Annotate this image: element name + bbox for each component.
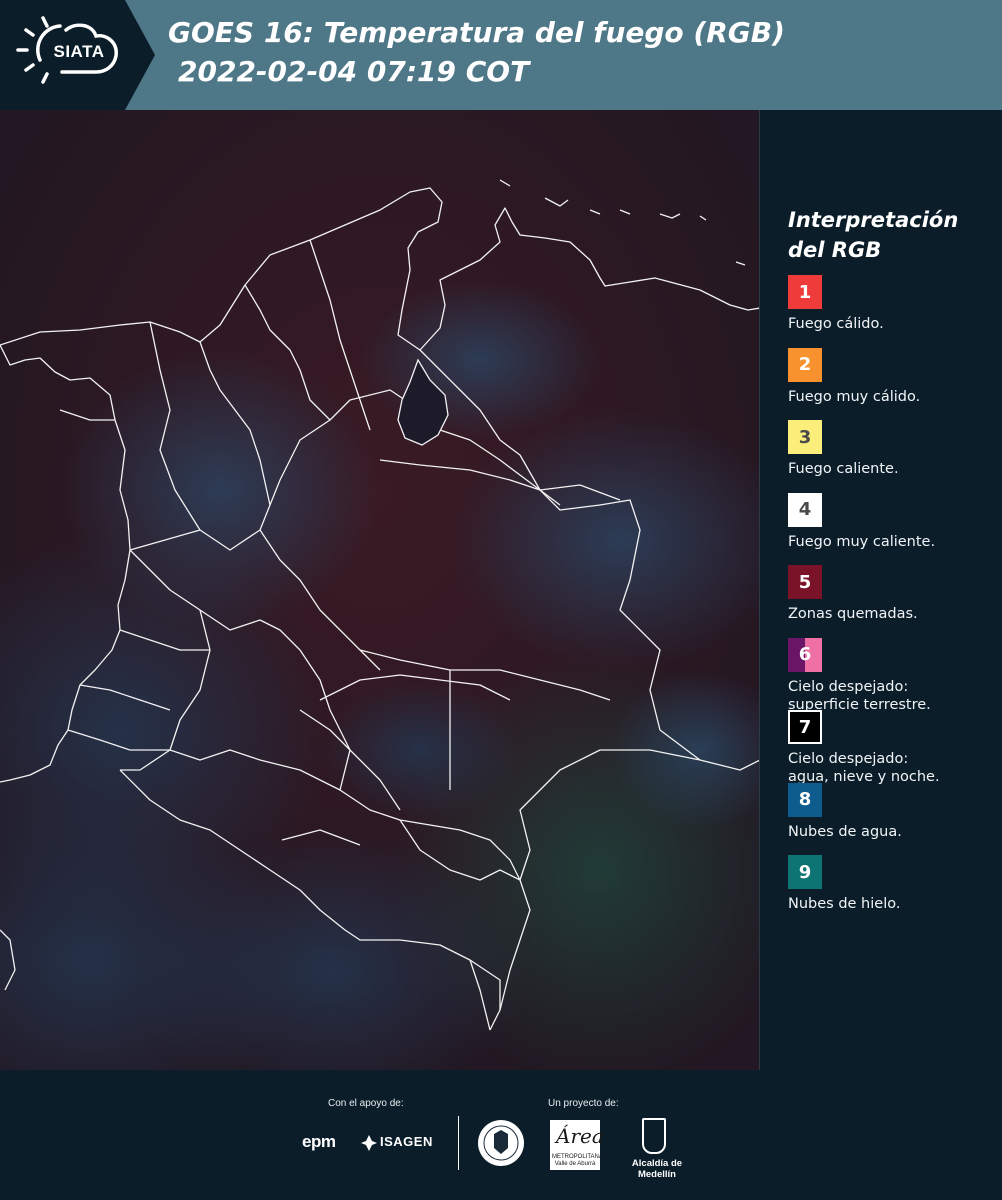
project-label: Un proyecto de: [548,1098,619,1109]
legend-label: Fuego muy cálido. [788,388,921,405]
area-logo-title: Área [556,1124,604,1148]
support-label: Con el apoyo de: [328,1098,404,1109]
legend-number: 9 [798,861,812,883]
area-logo-subtitle: METROPOLITANA Valle de Aburrá [552,1154,603,1167]
legend-number: 7 [798,716,812,738]
legend-swatch: 3 [788,420,822,454]
header-bar: SIATA GOES 16: Temperatura del fuego (RG… [0,0,1002,110]
legend-item: 8 Nubes de agua. [788,782,998,856]
legend-swatch: 4 [788,492,822,527]
legend-item: 2 Fuego muy cálido. [788,347,998,421]
legend-swatch: 5 [788,565,822,599]
alcaldia-logo-text: Alcaldía de Medellín [631,1158,683,1180]
rgb-legend: Interpretación del RGB 1 Fuego cálido. 2… [788,205,998,928]
footer-divider [458,1116,459,1170]
legend-swatch: 9 [788,855,822,889]
legend-number: 1 [798,281,812,303]
legend-swatch: 6 [788,637,822,672]
legend-item: 7 Cielo despejado: agua, nieve y noche. [788,710,998,785]
legend-label: Fuego muy caliente. [788,533,936,550]
legend-label-line1: Cielo despejado: [788,678,909,695]
legend-swatch: 8 [788,782,822,817]
legend-label-line1: Cielo despejado: [788,751,909,767]
page-timestamp: 2022-02-04 07:19 COT [178,55,530,88]
page-title: GOES 16: Temperatura del fuego (RGB) [168,16,785,49]
legend-number: 4 [798,499,812,520]
isagen-logo: ISAGEN [380,1134,433,1149]
alcaldia-shield-icon [642,1118,666,1154]
legend-item: 5 Zonas quemadas. [788,565,998,638]
legend-item: 3 Fuego caliente. [788,420,998,493]
siata-logo: SIATA [0,0,155,110]
legend-title-line2: del RGB [788,238,882,262]
legend-label: Nubes de hielo. [788,896,901,912]
legend-number: 5 [798,571,812,593]
legend-number: 6 [798,644,812,665]
satellite-map [0,110,760,1070]
legend-label: Cielo despejado: agua, nieve y noche. [788,750,1002,786]
epm-logo: epm [302,1132,336,1151]
isagen-icon [360,1134,378,1156]
udea-seal-icon [476,1118,526,1172]
legend-item: 4 Fuego muy caliente. [788,492,998,566]
siata-logo-text: SIATA [53,42,105,61]
legend-item: 1 Fuego cálido. [788,275,998,348]
legend-item: 6 Cielo despejado: superficie terrestre. [788,637,998,713]
legend-label: Fuego caliente. [788,461,899,477]
legend-swatch: 1 [788,275,822,309]
legend-number: 2 [798,354,812,375]
map-image [0,110,759,1070]
legend-swatch: 7 [788,710,822,744]
legend-label: Zonas quemadas. [788,606,918,622]
legend-item: 9 Nubes de hielo. [788,855,998,928]
legend-label: Nubes de agua. [788,823,902,840]
legend-number: 3 [798,426,812,448]
legend-title: Interpretación del RGB [788,205,998,265]
legend-number: 8 [798,789,812,810]
legend-title-line1: Interpretación [788,208,959,232]
area-metropolitana-logo: Área METROPOLITANA Valle de Aburrá [550,1120,604,1170]
legend-swatch: 2 [788,347,822,382]
legend-label: Fuego cálido. [788,316,884,332]
legend-label: Cielo despejado: superficie terrestre. [788,678,1002,714]
footer: Con el apoyo de: Un proyecto de: epm ISA… [0,1070,1002,1200]
